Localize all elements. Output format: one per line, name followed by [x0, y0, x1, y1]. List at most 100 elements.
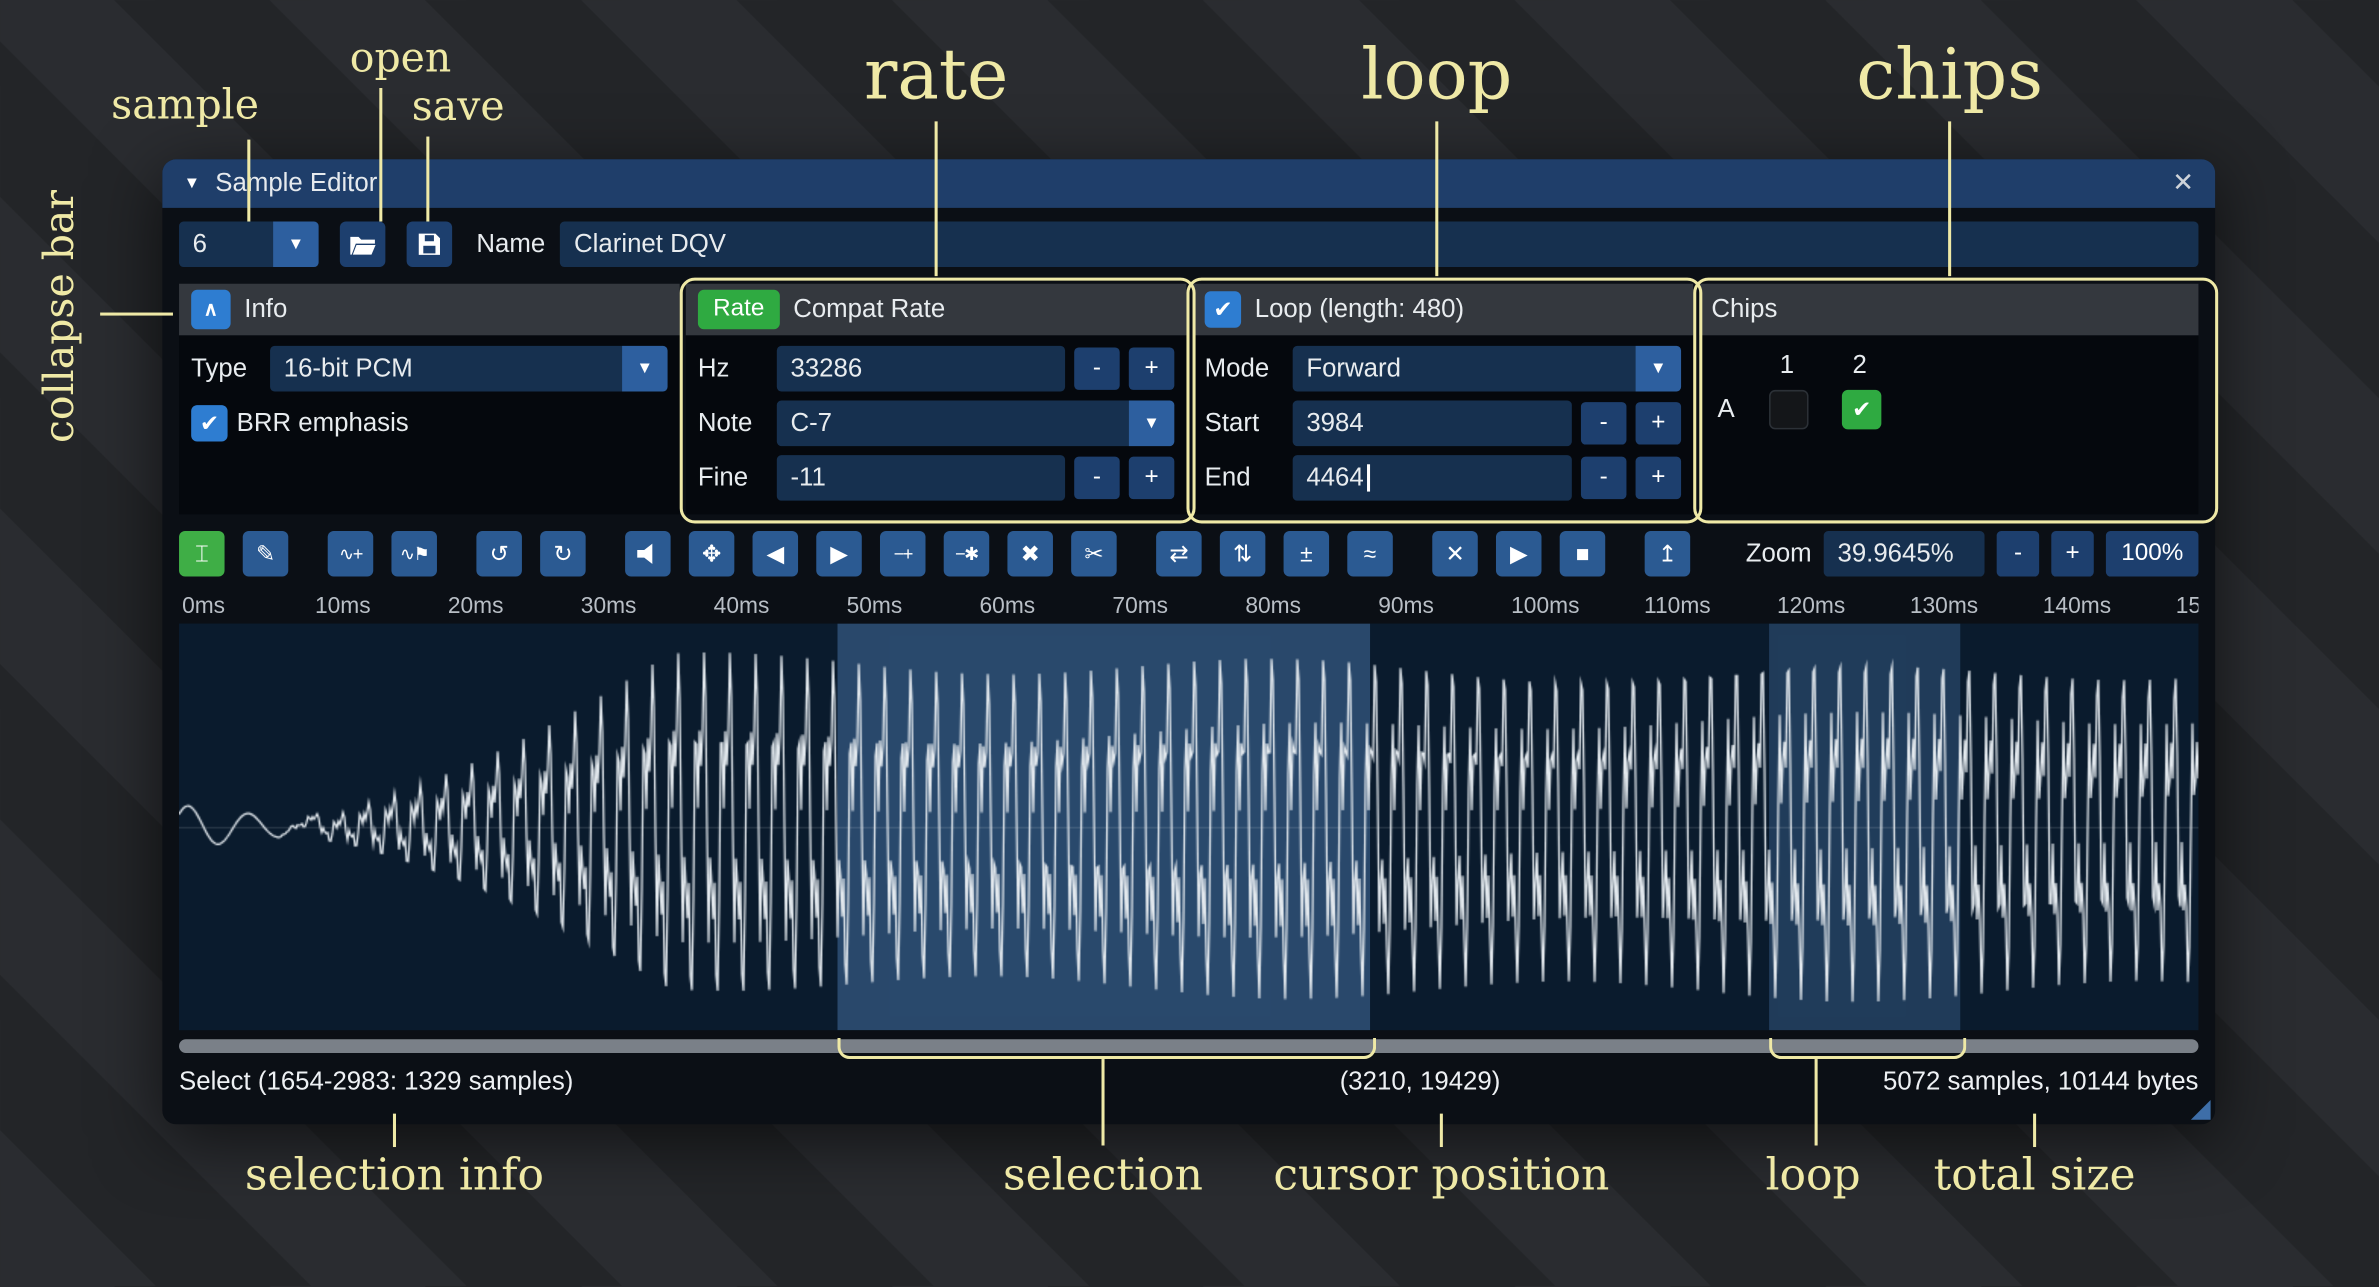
- ruler-label: 10ms: [315, 593, 371, 619]
- trim-scissors-icon: ✂: [1084, 542, 1103, 565]
- zoom-in-button[interactable]: +: [2051, 531, 2093, 577]
- total-size-text: 5072 samples, 10144 bytes: [1883, 1067, 2198, 1097]
- status-bar: Select (1654-2983: 1329 samples) (3210, …: [179, 1064, 2198, 1100]
- rate-panel-outline-annotation: [680, 278, 1196, 524]
- sample-index-value[interactable]: 6: [179, 222, 273, 268]
- waveform-display[interactable]: [179, 624, 2198, 1031]
- zoom-reset-button[interactable]: 100%: [2106, 531, 2198, 577]
- loop-bracket-annotation: [1769, 1038, 1966, 1059]
- fade-in-button[interactable]: ◀: [753, 531, 799, 577]
- annotation-line: [426, 137, 429, 222]
- annotation-selection: selection: [1003, 1149, 1203, 1201]
- zoom-input[interactable]: 39.9645%: [1824, 531, 1985, 577]
- resize-wave-icon: ∿+: [339, 545, 362, 563]
- type-dropdown-button[interactable]: ▼: [622, 346, 668, 392]
- ruler-label: 90ms: [1378, 593, 1434, 619]
- ruler-label: 0ms: [182, 593, 225, 619]
- brr-emphasis-checkbox[interactable]: ✔: [191, 405, 227, 441]
- type-label: Type: [191, 354, 261, 384]
- draw-mode-button[interactable]: ✎: [243, 531, 289, 577]
- fade-out-icon: ▶: [830, 542, 848, 565]
- zoom-out-button[interactable]: -: [1997, 531, 2039, 577]
- apply-silence-button[interactable]: −✱: [944, 531, 990, 577]
- sample-selector[interactable]: 6 ▼: [179, 222, 319, 268]
- cursor-position-text: (3210, 19429): [1340, 1067, 1501, 1097]
- annotation-line: [2033, 1114, 2036, 1147]
- collapse-panel-button[interactable]: ∧: [191, 290, 230, 329]
- insert-silence-button[interactable]: −+: [880, 531, 926, 577]
- upload-icon: ↥: [1658, 542, 1677, 565]
- normalize-button[interactable]: ✥: [689, 531, 735, 577]
- create-wavetable-button[interactable]: ↥: [1645, 531, 1691, 577]
- preview-button[interactable]: ▶: [1496, 531, 1542, 577]
- annotation-total-size: total size: [1934, 1149, 2136, 1201]
- select-mode-button[interactable]: ⌶: [179, 531, 225, 577]
- annotation-sample: sample: [111, 82, 259, 129]
- annotation-cursor-position: cursor position: [1273, 1149, 1609, 1201]
- chips-panel-outline-annotation: [1693, 278, 2218, 524]
- undo-button[interactable]: ↺: [476, 531, 522, 577]
- type-value[interactable]: 16-bit PCM: [270, 346, 622, 392]
- resample-wave-icon: ∿⚑: [400, 545, 429, 563]
- close-icon[interactable]: ✕: [2172, 168, 2194, 198]
- invert-button[interactable]: ⇅: [1220, 531, 1266, 577]
- waveform-canvas: [179, 624, 2198, 1031]
- trim-button[interactable]: ✂: [1071, 531, 1117, 577]
- stop-button[interactable]: ■: [1560, 531, 1606, 577]
- ruler-label: 120ms: [1777, 593, 1845, 619]
- ruler-label: 20ms: [448, 593, 504, 619]
- annotation-loop-region: loop: [1765, 1149, 1860, 1201]
- zoom-label: Zoom: [1746, 539, 1812, 569]
- name-input[interactable]: Clarinet DQV: [560, 222, 2198, 268]
- sample-dropdown-button[interactable]: ▼: [273, 222, 319, 268]
- annotation-selection-info: selection info: [245, 1149, 544, 1201]
- sign-invert-button[interactable]: ±: [1284, 531, 1330, 577]
- ruler-label: 50ms: [847, 593, 903, 619]
- resize-button[interactable]: ∿+: [328, 531, 374, 577]
- reverse-button[interactable]: ⇄: [1156, 531, 1202, 577]
- delete-button[interactable]: ✖: [1007, 531, 1053, 577]
- selection-bracket-annotation: [838, 1038, 1377, 1059]
- apply-silence-icon: −✱: [955, 545, 978, 563]
- resample-button[interactable]: ∿⚑: [391, 531, 437, 577]
- floppy-disk-icon: [417, 232, 441, 256]
- info-panel-title: Info: [244, 294, 287, 324]
- annotation-line: [1948, 121, 1951, 276]
- ruler-label: 130ms: [1910, 593, 1978, 619]
- resize-grip[interactable]: [2191, 1100, 2211, 1120]
- filter-button[interactable]: ≈: [1347, 531, 1393, 577]
- plus-minus-icon: ±: [1300, 542, 1312, 565]
- chevron-down-icon: ▼: [288, 235, 305, 253]
- reverse-arrows-icon: ⇄: [1169, 542, 1188, 565]
- fade-in-icon: ◀: [767, 542, 785, 565]
- ruler-label: 140ms: [2043, 593, 2111, 619]
- annotation-open: open: [350, 35, 452, 82]
- sample-toolbar: ⌶ ✎ ∿+ ∿⚑ ↺ ↻ ✥ ◀ ▶ −+ −✱ ✖ ✂ ⇄ ⇅ ± ≈ ✕ ▶ ■ ↥ Zoom 39.9645% …: [179, 530, 2198, 579]
- annotation-line: [1440, 1114, 1443, 1147]
- window-collapse-icon[interactable]: ▼: [184, 174, 201, 192]
- ruler-label: 80ms: [1245, 593, 1301, 619]
- type-dropdown[interactable]: 16-bit PCM ▼: [270, 346, 668, 392]
- redo-button[interactable]: ↻: [540, 531, 586, 577]
- save-button[interactable]: [407, 222, 453, 268]
- zoom-controls: Zoom 39.9645% - + 100%: [1746, 531, 2199, 577]
- ruler-label: 70ms: [1112, 593, 1168, 619]
- screenshot-stage: sample open save rate loop chips collaps…: [0, 0, 2379, 1287]
- chevron-down-icon: ▼: [637, 360, 654, 378]
- insert-silence-icon: −+: [894, 545, 912, 563]
- redo-icon: ↻: [553, 542, 572, 565]
- filter-curve-icon: ≈: [1364, 542, 1376, 565]
- annotation-line: [100, 313, 173, 316]
- annotation-line: [1815, 1059, 1818, 1145]
- amplify-button[interactable]: [625, 531, 671, 577]
- brr-emphasis-label: BRR emphasis: [237, 408, 409, 438]
- annotation-loop: loop: [1361, 33, 1512, 115]
- open-button[interactable]: [340, 222, 386, 268]
- crossfade-loop-button[interactable]: ✕: [1432, 531, 1478, 577]
- pencil-icon: ✎: [256, 542, 275, 565]
- window-titlebar[interactable]: ▼ Sample Editor ✕: [162, 159, 2215, 208]
- selection-info-text: Select (1654-2983: 1329 samples): [179, 1067, 573, 1097]
- fade-out-button[interactable]: ▶: [816, 531, 862, 577]
- window-title: Sample Editor: [215, 168, 377, 198]
- timeline-ruler: 0ms10ms20ms30ms40ms50ms60ms70ms80ms90ms1…: [179, 590, 2198, 623]
